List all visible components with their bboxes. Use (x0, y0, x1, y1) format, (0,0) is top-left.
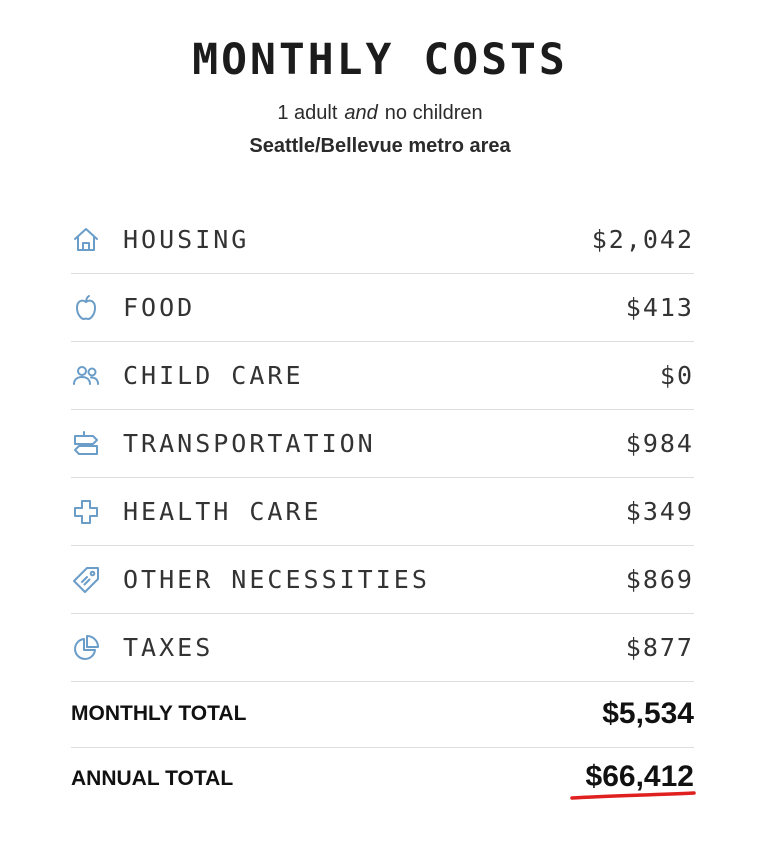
cost-amount: $984 (625, 429, 694, 458)
cost-label: HEALTH CARE (123, 497, 322, 526)
cost-row-other-necessities: OTHER NECESSITIES $869 (71, 546, 694, 614)
annual-total-label: ANNUAL TOTAL (71, 767, 234, 790)
cost-label: TAXES (123, 633, 214, 662)
family-description: 1 adult and no children (0, 99, 760, 127)
cost-label: HOUSING (123, 225, 250, 254)
cost-amount: $877 (625, 633, 694, 662)
cost-amount: $0 (659, 361, 694, 390)
cost-row-housing: HOUSING $2,042 (71, 206, 694, 274)
people-icon (71, 361, 101, 391)
cost-row-food: FOOD $413 (71, 274, 694, 342)
annual-total-underline (570, 791, 696, 800)
children-count: no children (384, 102, 483, 124)
cost-row-child-care: CHILD CARE $0 (71, 342, 694, 410)
monthly-total-amount: $5,534 (602, 696, 694, 730)
cost-amount: $349 (625, 497, 694, 526)
medical-cross-icon (71, 497, 101, 527)
cost-label: FOOD (123, 293, 196, 322)
cost-row-health-care: HEALTH CARE $349 (71, 478, 694, 546)
signpost-icon (71, 429, 101, 459)
cost-label: OTHER NECESSITIES (123, 565, 430, 594)
monthly-total-label: MONTHLY TOTAL (71, 701, 247, 725)
price-tag-icon (71, 565, 101, 595)
cost-label: TRANSPORTATION (123, 429, 376, 458)
cost-list: HOUSING $2,042 FOOD $413 CHILD CARE $0 T… (71, 206, 694, 682)
pie-chart-icon (71, 633, 101, 663)
adults-count: 1 adult (277, 102, 338, 124)
page-title: MONTHLY COSTS (192, 35, 568, 85)
family-conjunction: and (344, 102, 378, 124)
monthly-total-row: MONTHLY TOTAL $5,534 (71, 680, 694, 748)
cost-row-taxes: TAXES $877 (71, 614, 694, 682)
cost-row-transportation: TRANSPORTATION $984 (71, 410, 694, 478)
region-name: Seattle/Bellevue metro area (249, 135, 511, 157)
house-icon (71, 225, 101, 255)
cost-amount: $413 (625, 293, 694, 322)
cost-amount: $869 (625, 565, 694, 594)
cost-amount: $2,042 (591, 225, 694, 254)
cost-label: CHILD CARE (123, 361, 304, 390)
apple-icon (71, 293, 101, 323)
